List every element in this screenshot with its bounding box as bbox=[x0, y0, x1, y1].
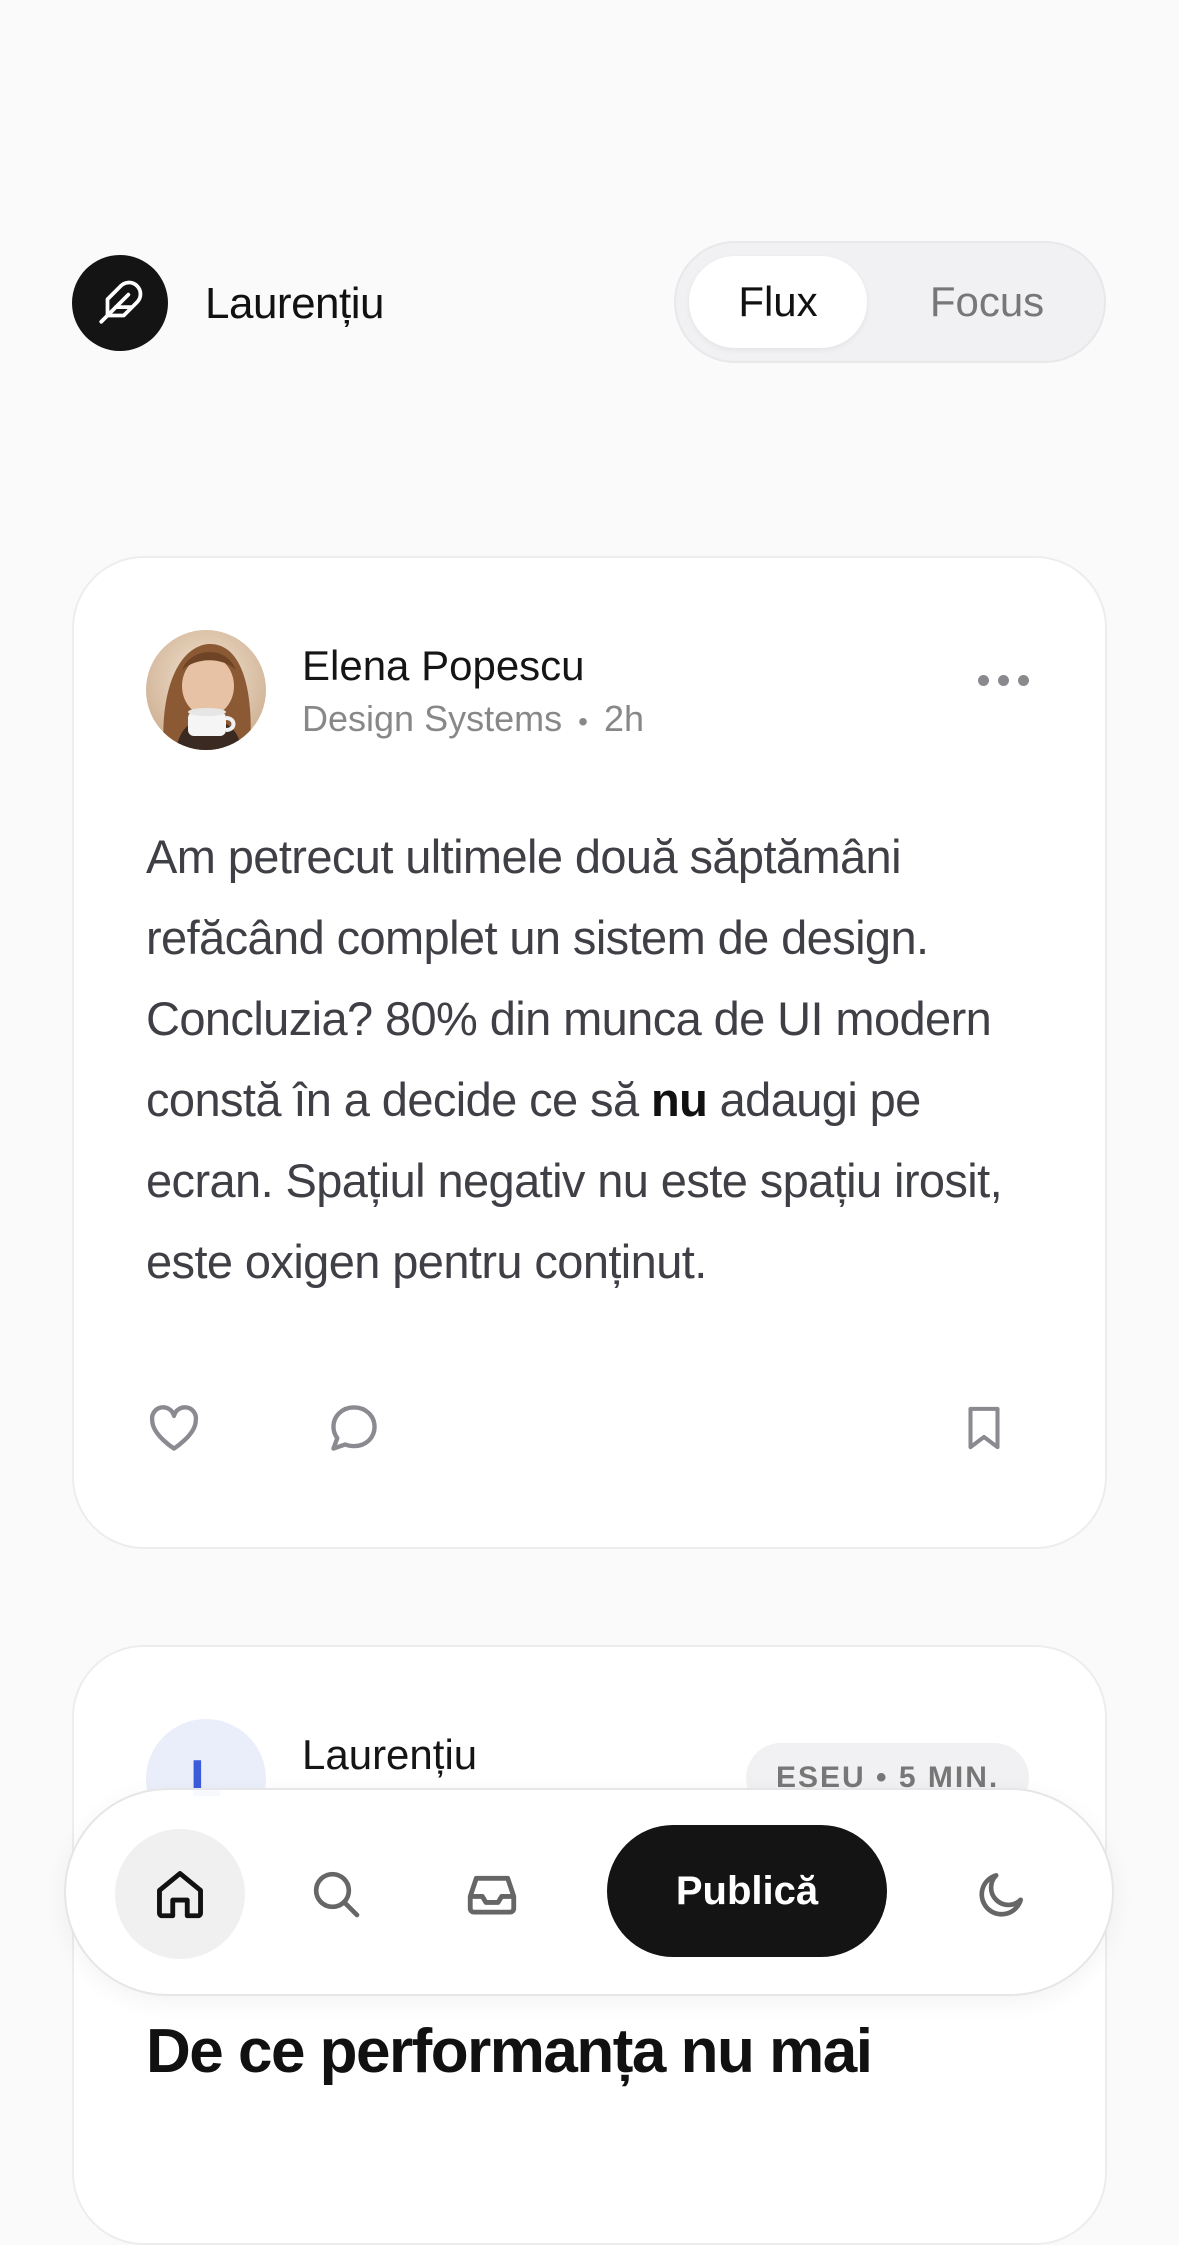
post-topic[interactable]: Design Systems bbox=[302, 698, 562, 739]
app-header: Laurențiu Flux Focus bbox=[72, 241, 1107, 363]
tab-focus[interactable]: Focus bbox=[906, 256, 1068, 348]
nav-search[interactable] bbox=[271, 1829, 401, 1959]
meta-separator: • bbox=[578, 706, 588, 737]
search-icon bbox=[313, 1871, 360, 1918]
post-card: Elena Popescu Design Systems • 2h Am pet… bbox=[72, 556, 1107, 1549]
author-name[interactable]: Elena Popescu bbox=[302, 642, 585, 690]
bottom-nav: Publică bbox=[64, 1788, 1114, 1996]
feather-icon bbox=[99, 280, 143, 324]
app-logo[interactable] bbox=[72, 255, 168, 351]
like-button[interactable] bbox=[144, 1398, 204, 1458]
publish-button[interactable]: Publică bbox=[607, 1825, 887, 1957]
author-avatar[interactable] bbox=[146, 630, 266, 750]
nav-home[interactable] bbox=[115, 1829, 245, 1959]
avatar-photo bbox=[146, 630, 266, 750]
inbox-icon bbox=[467, 1875, 517, 1915]
nav-theme-toggle[interactable] bbox=[937, 1829, 1067, 1959]
heart-icon bbox=[149, 1405, 199, 1451]
post-body: Am petrecut ultimele două săptămâni refă… bbox=[146, 816, 1046, 1302]
more-options-icon[interactable] bbox=[978, 668, 1034, 692]
tab-flux[interactable]: Flux bbox=[689, 256, 867, 348]
author-name[interactable]: Laurențiu bbox=[302, 1731, 477, 1779]
home-icon bbox=[157, 1871, 203, 1919]
feed-mode-toggle: Flux Focus bbox=[674, 241, 1106, 363]
bookmark-button[interactable] bbox=[954, 1398, 1014, 1458]
post-text-emphasis: nu bbox=[650, 1073, 708, 1126]
comment-icon bbox=[331, 1405, 377, 1451]
nav-inbox[interactable] bbox=[427, 1829, 557, 1959]
post-title[interactable]: De ce performanța nu mai bbox=[146, 2017, 1046, 2087]
post-meta: Design Systems • 2h bbox=[302, 698, 644, 740]
moon-icon bbox=[979, 1873, 1023, 1917]
brand-name: Laurențiu bbox=[205, 279, 384, 328]
bookmark-icon bbox=[968, 1406, 1000, 1450]
comment-button[interactable] bbox=[324, 1398, 384, 1458]
post-time: 2h bbox=[603, 698, 644, 739]
